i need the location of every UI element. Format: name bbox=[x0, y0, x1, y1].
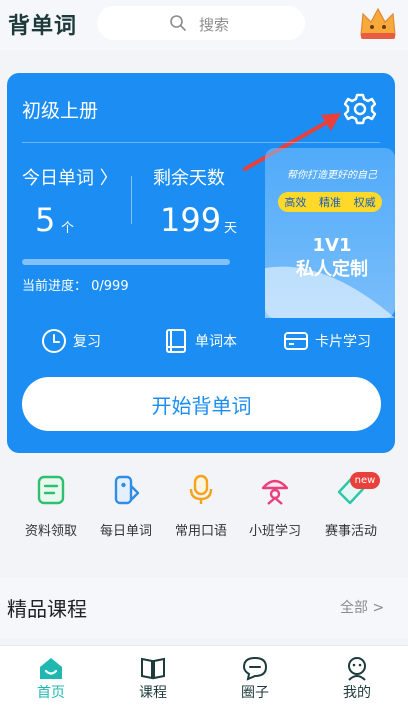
profile-icon bbox=[348, 657, 366, 681]
section-title: 精品课程 bbox=[7, 597, 87, 621]
tab-label: 我的 bbox=[343, 685, 371, 701]
book-title[interactable]: 初级上册 bbox=[22, 96, 98, 123]
card-study-button[interactable]: 卡片学习 bbox=[283, 328, 371, 354]
start-memorize-button[interactable]: 开始背单词 bbox=[22, 377, 381, 431]
new-badge: new bbox=[350, 472, 380, 489]
open-book-icon bbox=[141, 657, 165, 680]
shortcut-daily-words[interactable]: 每日单词 bbox=[87, 470, 165, 550]
view-all-link[interactable]: 全部 > bbox=[340, 597, 384, 617]
microphone-icon bbox=[189, 474, 213, 504]
review-label: 复习 bbox=[73, 334, 101, 350]
tab-profile[interactable]: 我的 bbox=[306, 646, 408, 705]
book-icon bbox=[166, 329, 186, 353]
shortcut-label: 资料领取 bbox=[24, 524, 77, 539]
promo-tag: 权威 bbox=[353, 196, 376, 209]
shortcut-row: 资料领取 每日单词 常用口语 小班学习 new 赛事活动 bbox=[0, 470, 408, 550]
review-button[interactable]: 复习 bbox=[41, 328, 101, 354]
promo-line-2: 私人定制 bbox=[296, 259, 368, 280]
remaining-days-count: 199 bbox=[160, 201, 222, 239]
today-words-label[interactable]: 今日单词 〉 bbox=[22, 164, 118, 190]
today-words-unit: 个 bbox=[61, 221, 75, 236]
promo-line-1: 1V1 bbox=[312, 235, 352, 256]
progress-bar bbox=[22, 259, 230, 265]
search-bar[interactable]: 搜索 bbox=[97, 6, 305, 40]
stats-divider bbox=[131, 176, 132, 224]
shortcut-spoken-phrases[interactable]: 常用口语 bbox=[162, 470, 240, 550]
promo-headline: 1V1 私人定制 bbox=[273, 234, 391, 282]
shortcut-label: 赛事活动 bbox=[324, 524, 377, 539]
shortcut-label: 小班学习 bbox=[248, 524, 301, 539]
shortcut-materials[interactable]: 资料领取 bbox=[12, 470, 90, 550]
today-words-count: 5 bbox=[35, 201, 56, 239]
word-plan-card: 初级上册 今日单词 〉 剩余天数 5 个 199 天 当前进度： 0/999 帮… bbox=[7, 73, 395, 453]
chat-icon bbox=[242, 656, 268, 681]
promo-tag: 精准 bbox=[318, 196, 341, 209]
featured-courses-header: 精品课程 全部 > bbox=[0, 578, 408, 638]
remaining-days-label: 剩余天数 bbox=[153, 168, 225, 189]
tab-label: 圈子 bbox=[241, 685, 269, 701]
bottom-tab-bar: 首页 课程 圈子 我的 bbox=[0, 645, 408, 705]
tab-circle[interactable]: 圈子 bbox=[204, 646, 306, 705]
shortcut-label: 常用口语 bbox=[174, 524, 227, 539]
wordbook-label: 单词本 bbox=[195, 334, 237, 350]
document-icon bbox=[37, 475, 65, 505]
top-bar: 背单词 搜索 bbox=[0, 0, 408, 50]
study-tools: 复习 单词本 卡片学习 bbox=[7, 328, 395, 354]
promo-tags: 高效 精准 权威 bbox=[278, 192, 382, 212]
promo-banner[interactable]: 帮你打造更好的自己 高效 精准 权威 1V1 私人定制 bbox=[265, 148, 395, 318]
crown-icon[interactable] bbox=[358, 5, 398, 41]
shortcut-small-class[interactable]: 小班学习 bbox=[236, 470, 314, 550]
home-icon bbox=[40, 658, 62, 679]
search-icon bbox=[170, 15, 186, 31]
lamp-icon bbox=[261, 479, 289, 505]
remaining-days-unit: 天 bbox=[224, 221, 238, 236]
app-title: 背单词 bbox=[8, 14, 78, 39]
card-icon bbox=[284, 332, 308, 350]
shortcut-events[interactable]: new 赛事活动 bbox=[312, 470, 390, 550]
tab-label: 首页 bbox=[37, 685, 65, 701]
tab-home[interactable]: 首页 bbox=[0, 646, 102, 705]
tab-courses[interactable]: 课程 bbox=[102, 646, 204, 705]
shortcut-label: 每日单词 bbox=[99, 524, 152, 539]
search-placeholder: 搜索 bbox=[199, 16, 230, 34]
clock-icon bbox=[42, 329, 66, 353]
promo-slogan: 帮你打造更好的自己 bbox=[287, 170, 377, 181]
gear-icon[interactable] bbox=[343, 92, 377, 126]
card-study-label: 卡片学习 bbox=[315, 334, 371, 350]
promo-tag: 高效 bbox=[284, 196, 307, 209]
phone-icon bbox=[114, 475, 140, 505]
tab-label: 课程 bbox=[139, 685, 167, 701]
card-divider bbox=[22, 142, 380, 143]
wordbook-button[interactable]: 单词本 bbox=[163, 328, 237, 354]
progress-label: 当前进度： 0/999 bbox=[22, 279, 129, 294]
